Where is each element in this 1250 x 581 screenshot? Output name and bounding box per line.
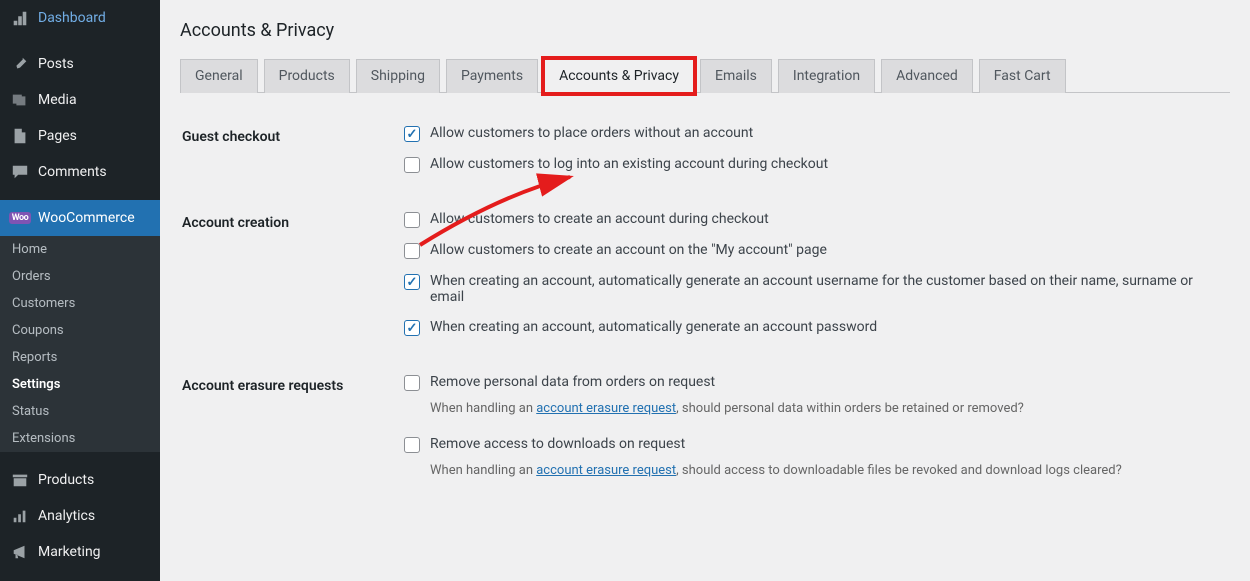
option-description: When handling an account erasure request… [404,463,1218,494]
sidebar-item-marketing[interactable]: Marketing [0,534,160,570]
sidebar-item-label: Dashboard [38,10,106,26]
option-label: Allow customers to create an account dur… [430,211,769,227]
tab-products[interactable]: Products [264,59,350,93]
sidebar-submenu: Home Orders Customers Coupons Reports Se… [0,236,160,452]
analytics-icon [10,506,30,526]
tab-integration[interactable]: Integration [778,59,875,93]
sidebar-item-label: Marketing [38,544,101,560]
option-label: Allow customers to place orders without … [430,125,753,141]
option-allow-orders-without-account[interactable]: Allow customers to place orders without … [404,121,1218,152]
option-create-account-myaccount[interactable]: Allow customers to create an account on … [404,238,1218,269]
submenu-item-settings[interactable]: Settings [0,371,160,398]
settings-tabs: General Products Shipping Payments Accou… [180,59,1230,93]
sidebar-item-label: Products [38,472,94,488]
option-remove-download-access[interactable]: Remove access to downloads on request [404,432,1218,463]
media-icon [10,90,30,110]
sidebar-item-dashboard[interactable]: Dashboard [0,0,160,36]
sidebar-item-label: Pages [38,128,77,144]
checkbox[interactable] [404,243,420,259]
sidebar-item-posts[interactable]: Posts [0,46,160,82]
main-content: Accounts & Privacy General Products Ship… [160,0,1250,581]
sidebar-item-analytics[interactable]: Analytics [0,498,160,534]
sidebar-item-media[interactable]: Media [0,82,160,118]
checkbox[interactable] [404,212,420,228]
sidebar-item-label: WooCommerce [38,210,135,226]
sidebar-item-label: Comments [38,164,107,180]
sidebar-item-pages[interactable]: Pages [0,118,160,154]
admin-sidebar: Dashboard Posts Media Pages Comments Woo… [0,0,160,581]
tab-fast-cart[interactable]: Fast Cart [979,59,1066,93]
tab-shipping[interactable]: Shipping [356,59,440,93]
sidebar-item-comments[interactable]: Comments [0,154,160,190]
submenu-item-status[interactable]: Status [0,398,160,425]
pages-icon [10,126,30,146]
submenu-item-orders[interactable]: Orders [0,263,160,290]
option-label: Remove access to downloads on request [430,436,685,452]
dashboard-icon [10,8,30,28]
section-heading-account-creation: Account creation [182,207,402,368]
checkbox[interactable] [404,157,420,173]
checkbox[interactable] [404,274,420,290]
submenu-item-coupons[interactable]: Coupons [0,317,160,344]
option-auto-generate-username[interactable]: When creating an account, automatically … [404,269,1218,315]
submenu-item-extensions[interactable]: Extensions [0,425,160,452]
erasure-request-link[interactable]: account erasure request [536,401,676,416]
tab-general[interactable]: General [180,59,258,93]
sidebar-item-label: Media [38,92,77,108]
option-auto-generate-password[interactable]: When creating an account, automatically … [404,315,1218,360]
submenu-item-reports[interactable]: Reports [0,344,160,371]
checkbox[interactable] [404,320,420,336]
option-label: Remove personal data from orders on requ… [430,374,715,390]
tab-emails[interactable]: Emails [700,59,772,93]
option-label: When creating an account, automatically … [430,273,1218,305]
checkbox[interactable] [404,437,420,453]
sidebar-item-label: Posts [38,56,74,72]
products-icon [10,470,30,490]
checkbox[interactable] [404,375,420,391]
option-remove-personal-data[interactable]: Remove personal data from orders on requ… [404,370,1218,401]
settings-form: Guest checkout Allow customers to place … [180,119,1230,504]
tab-payments[interactable]: Payments [446,59,538,93]
woocommerce-icon: Woo [10,208,30,228]
section-heading-account-erasure: Account erasure requests [182,370,402,502]
sidebar-item-label: Analytics [38,508,95,524]
tab-advanced[interactable]: Advanced [881,59,973,93]
sidebar-item-woocommerce[interactable]: Woo WooCommerce [0,200,160,236]
submenu-item-customers[interactable]: Customers [0,290,160,317]
submenu-item-home[interactable]: Home [0,236,160,263]
checkbox[interactable] [404,126,420,142]
marketing-icon [10,542,30,562]
comment-icon [10,162,30,182]
option-create-account-checkout[interactable]: Allow customers to create an account dur… [404,207,1218,238]
option-label: Allow customers to log into an existing … [430,156,828,172]
tab-accounts-privacy[interactable]: Accounts & Privacy [544,59,694,93]
pin-icon [10,54,30,74]
page-title: Accounts & Privacy [180,0,1230,59]
section-heading-guest-checkout: Guest checkout [182,121,402,205]
option-label: When creating an account, automatically … [430,319,877,335]
option-label: Allow customers to create an account on … [430,242,827,258]
option-allow-login-during-checkout[interactable]: Allow customers to log into an existing … [404,152,1218,197]
erasure-request-link[interactable]: account erasure request [536,463,676,478]
option-description: When handling an account erasure request… [404,401,1218,432]
sidebar-item-products[interactable]: Products [0,462,160,498]
